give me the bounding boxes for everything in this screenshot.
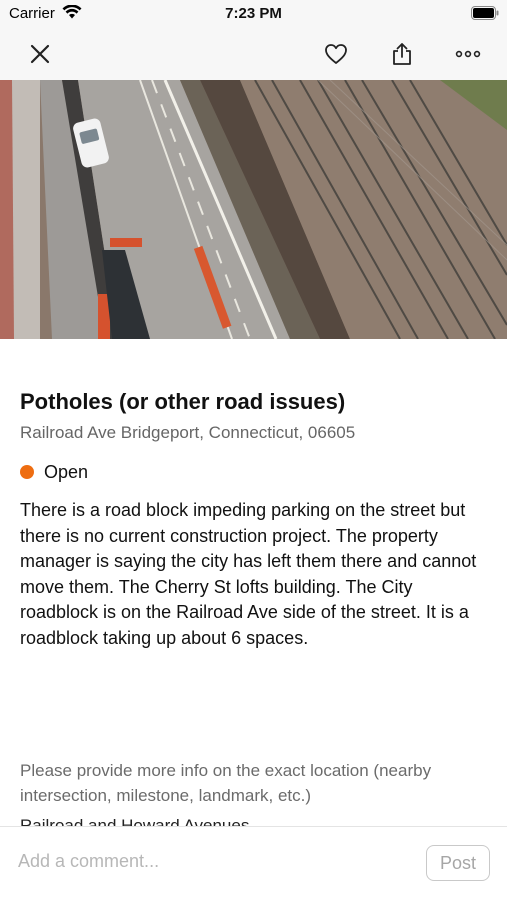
battery-icon bbox=[471, 6, 499, 25]
issue-description: There is a road block impeding parking o… bbox=[20, 500, 477, 648]
more-info-question: Please provide more info on the exact lo… bbox=[20, 761, 432, 805]
issue-address: Railroad Ave Bridgeport, Connecticut, 06… bbox=[20, 423, 356, 442]
issue-details: Potholes (or other road issues) Railroad… bbox=[20, 388, 490, 651]
clock: 7:23 PM bbox=[225, 5, 282, 22]
issue-photo[interactable] bbox=[0, 80, 507, 339]
more-button[interactable] bbox=[446, 28, 490, 80]
share-icon bbox=[393, 43, 411, 65]
heart-icon bbox=[325, 44, 347, 64]
favorite-button[interactable] bbox=[314, 28, 358, 80]
status-dot-icon bbox=[20, 465, 34, 479]
share-button[interactable] bbox=[380, 28, 424, 80]
more-info-answer: Railroad and Howard Avenues bbox=[20, 816, 250, 826]
issue-status: Open bbox=[20, 460, 490, 484]
post-button[interactable]: Post bbox=[426, 845, 490, 881]
close-button[interactable] bbox=[18, 28, 62, 80]
comment-bar: Post bbox=[0, 826, 507, 901]
status-label: Open bbox=[44, 461, 89, 482]
close-icon bbox=[30, 44, 50, 64]
status-bar: Carrier 7:23 PM bbox=[0, 0, 507, 28]
comment-input[interactable] bbox=[18, 845, 408, 877]
nav-bar bbox=[0, 28, 507, 80]
more-icon bbox=[455, 50, 481, 58]
issue-title: Potholes (or other road issues) bbox=[20, 389, 346, 414]
